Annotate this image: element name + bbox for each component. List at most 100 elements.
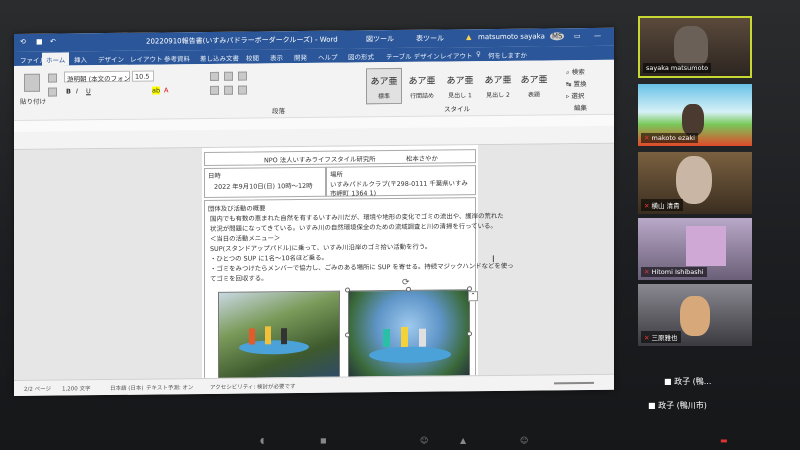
share-screen-icon[interactable]: ▲ (460, 436, 466, 445)
participant-tile[interactable]: ✕ 横山 清貴 (638, 152, 752, 214)
date-value: 2022 年9月10日(日) 10時～12時 (214, 181, 313, 191)
italic-icon[interactable]: I (76, 87, 78, 95)
style-group-label: スタイル (444, 105, 470, 114)
warning-icon: ▲ (466, 33, 472, 42)
user-name[interactable]: matsumoto sayaka (478, 32, 545, 41)
tab-developer[interactable]: 開発 (294, 52, 307, 62)
highlight-icon[interactable]: ab (152, 86, 161, 95)
tab-help[interactable]: ヘルプ (318, 52, 338, 62)
participant-tile[interactable]: sayaka matsumoto (638, 16, 752, 78)
participant-tile[interactable]: ✕ Hitomi Ishibashi (638, 218, 752, 280)
tab-references[interactable]: 参考資料 (164, 53, 190, 63)
summary-line: ・ひとつの SUP に1名～10名ほど乗る。 (210, 253, 328, 263)
font-name-box[interactable]: 游明朝 (本文のフォント) (64, 70, 139, 83)
resize-handle[interactable] (345, 332, 350, 338)
undo-icon[interactable]: ↶ (50, 38, 56, 46)
person-shape (383, 329, 390, 348)
participant-name-audio[interactable]: ■ 政子 (鴨... (664, 376, 711, 387)
video-icon[interactable]: ◼ (320, 436, 327, 445)
cut-icon[interactable] (48, 73, 57, 83)
document-page: NPO 法人いすみライフスタイル研究所 松本さやか 日時 2022 年9月10日… (202, 145, 514, 391)
paste-label: 貼り付け (20, 97, 46, 106)
context-tab-picture[interactable]: 図ツール (366, 34, 394, 44)
find-button[interactable]: ⌕ 検索 (566, 66, 585, 77)
tab-mailings[interactable]: 差し込み文書 (200, 53, 239, 63)
style-normal[interactable]: あア亜 標準 (366, 67, 402, 105)
style-heading-2[interactable]: あア亜 見出し 2 (480, 67, 516, 103)
leave-button[interactable]: ▬ (720, 436, 728, 445)
style-no-spacing[interactable]: あア亜 行間詰め (404, 68, 440, 104)
participant-video (674, 26, 708, 66)
copy-icon[interactable] (48, 87, 57, 97)
tab-picture-format[interactable]: 図の形式 (348, 51, 374, 61)
autosave-icon[interactable]: ⟲ (20, 38, 26, 46)
align-right-icon[interactable] (238, 85, 247, 95)
window-title: 20220910報告書(いすみパドラーボーダークルーズ) - Word (146, 35, 338, 46)
word-window: ⟲ ■ ↶ 20220910報告書(いすみパドラーボーダークルーズ) - Wor… (14, 27, 614, 397)
participant-tile[interactable]: ✕ 三原雅也 (638, 284, 752, 346)
sup-photo-right[interactable] (348, 289, 470, 381)
tab-layout[interactable]: レイアウト (130, 53, 163, 63)
place-value: いすみパドルクラブ(〒298-0111 千葉県いすみ市岬町 1364 1) (330, 179, 468, 198)
multilevel-list-icon[interactable] (238, 71, 247, 81)
participant-video-blurred (686, 226, 726, 266)
style-title[interactable]: あア亜 表題 (516, 66, 552, 102)
select-button[interactable]: ▹ 選択 (566, 90, 584, 100)
context-tab-table[interactable]: 表ツール (416, 33, 444, 43)
edit-group-label: 編集 (574, 103, 587, 113)
align-center-icon[interactable] (224, 85, 233, 95)
paragraph-group-label: 段落 (272, 107, 285, 116)
language[interactable]: 日本語 (日本) (110, 384, 144, 392)
tab-insert[interactable]: 挿入 (74, 54, 87, 64)
tab-review[interactable]: 校閲 (246, 52, 259, 62)
numbering-icon[interactable] (224, 71, 233, 81)
bold-icon[interactable]: B (66, 87, 71, 95)
resize-handle[interactable] (467, 331, 472, 337)
ribbon-options-icon[interactable]: ▭ (574, 32, 581, 40)
word-count[interactable]: 1,200 文字 (62, 384, 91, 392)
style-heading-1[interactable]: あア亜 見出し 1 (442, 67, 478, 103)
participant-name: ✕ 横山 清貴 (641, 199, 683, 211)
tab-view[interactable]: 表示 (270, 52, 283, 62)
summary-line: ＜当日の活動メニュー＞ (210, 234, 281, 243)
underline-icon[interactable]: U (86, 87, 91, 95)
zoom-slider[interactable] (554, 381, 594, 385)
replace-button[interactable]: ↹ 置換 (566, 78, 587, 88)
tab-home[interactable]: ホーム (42, 52, 70, 66)
reactions-icon[interactable]: ☺ (520, 436, 528, 445)
zoom-toolbar: ◖ ◼ ☺ ▲ ☺ ▬ (220, 436, 760, 450)
save-icon[interactable]: ■ (36, 38, 43, 46)
ribbon-home: 貼り付け 游明朝 (本文のフォント) 10.5 B I U A ab 段落 あア… (14, 59, 614, 150)
rotate-handle-icon[interactable]: ⟳ (402, 278, 410, 288)
tab-design[interactable]: デザイン (98, 54, 124, 64)
layout-options-icon[interactable]: ⌃ (468, 291, 478, 302)
text-prediction[interactable]: テキスト予測: オン (146, 383, 193, 391)
tell-me-search[interactable]: 何をしますか (488, 50, 527, 60)
muted-mic-icon: ✕ (644, 202, 650, 210)
participants-icon[interactable]: ☺ (420, 436, 428, 445)
minimize-icon[interactable]: — (594, 32, 601, 40)
font-color-icon[interactable]: A (164, 86, 168, 94)
bullets-icon[interactable] (210, 71, 219, 81)
accessibility-status[interactable]: アクセシビリティ: 検討が必要です (210, 382, 296, 391)
avatar[interactable]: MS (550, 32, 565, 41)
tab-table-layout[interactable]: レイアウト (440, 50, 473, 60)
align-left-icon[interactable] (210, 85, 219, 95)
date-label: 日時 (208, 171, 221, 180)
ruler (14, 113, 614, 132)
person-shape (265, 326, 271, 345)
summary-label: 団体及び活動の概要 (208, 204, 266, 213)
participant-video (682, 104, 704, 136)
muted-mic-icon: ✕ (644, 268, 650, 276)
font-size-box[interactable]: 10.5 (132, 70, 154, 82)
participant-name: ✕ Hitomi Ishibashi (641, 267, 707, 277)
sup-photo-left[interactable] (218, 290, 340, 382)
paste-icon[interactable] (24, 73, 40, 92)
mic-icon[interactable]: ◖ (260, 436, 264, 445)
resize-handle[interactable] (345, 287, 350, 293)
tab-table-design[interactable]: テーブル デザイン (386, 51, 440, 62)
participant-tile[interactable]: ✕ makoto ezaki (638, 84, 752, 146)
participant-video (676, 156, 712, 204)
participant-name-audio[interactable]: ■ 政子 (鴨川市) (648, 400, 707, 411)
page-count[interactable]: 2/2 ページ (24, 385, 51, 393)
